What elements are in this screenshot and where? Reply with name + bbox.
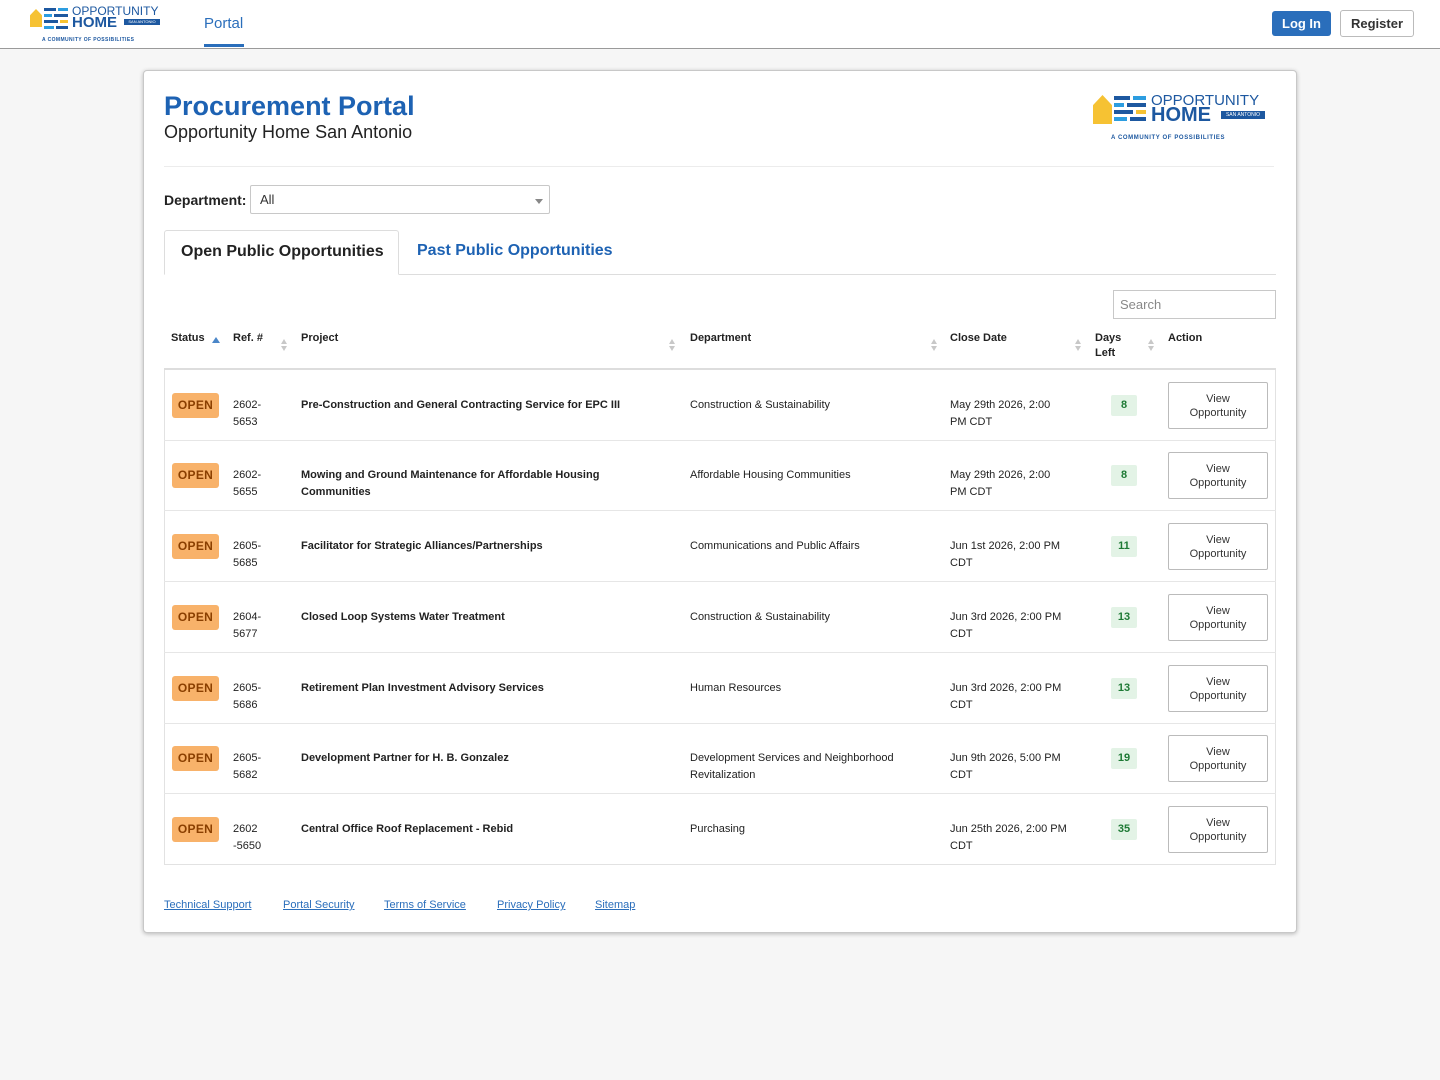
status-badge: OPEN <box>172 746 219 771</box>
view-opportunity-button[interactable]: View Opportunity <box>1168 806 1268 853</box>
site-logo[interactable]: OPPORTUNITY HOME SAN ANTONIO A COMMUNITY… <box>28 4 168 44</box>
project-name: Development Partner for H. B. Gonzalez <box>301 752 509 764</box>
logo-house-icon <box>1093 95 1112 124</box>
project-name: Facilitator for Strategic Alliances/Part… <box>301 540 543 552</box>
view-opportunity-button[interactable]: View Opportunity <box>1168 665 1268 712</box>
column-header-ref[interactable]: Ref. # <box>233 331 263 346</box>
view-opportunity-button[interactable]: View Opportunity <box>1168 523 1268 570</box>
close-date: Jun 3rd 2026, 2:00 PM CDT <box>950 611 1062 640</box>
column-header-close-date[interactable]: Close Date <box>950 331 1007 346</box>
page-subtitle: Opportunity Home San Antonio <box>164 122 413 142</box>
department-name: Construction & Sustainability <box>690 399 831 411</box>
sort-icon <box>669 339 676 352</box>
column-header-status[interactable]: Status <box>171 331 205 346</box>
status-badge: OPEN <box>172 393 219 418</box>
table-row: OPEN 2602 -5650 Central Office Roof Replace… <box>164 794 1276 865</box>
title-divider <box>164 166 1274 167</box>
close-date: Jun 1st 2026, 2:00 PM CDT <box>950 540 1061 569</box>
project-name: Retirement Plan Investment Advisory Serv… <box>301 682 544 694</box>
table-row: OPEN 2604- 5677 Closed Loop Systems Water T… <box>164 582 1276 653</box>
close-date: May 29th 2026, 2:00 PM CDT <box>950 399 1051 428</box>
footer-link-terms-of-service[interactable]: Terms of Service <box>384 899 466 911</box>
status-badge: OPEN <box>172 463 219 488</box>
project-name: Closed Loop Systems Water Treatment <box>301 611 505 623</box>
sort-ascending-icon <box>212 337 220 343</box>
chevron-down-icon <box>535 199 543 204</box>
column-header-action: Action <box>1168 332 1203 344</box>
logo-house-icon <box>30 9 42 27</box>
sort-icon <box>1075 339 1082 352</box>
status-badge: OPEN <box>172 817 219 842</box>
footer-link-technical-support[interactable]: Technical Support <box>164 899 251 911</box>
days-left-badge: 35 <box>1111 819 1137 840</box>
ref-number: 2602- 5655 <box>233 469 262 498</box>
department-name: Human Resources <box>690 682 782 694</box>
table-row: OPEN 2602- 5655 Mowing and Ground Maintenan… <box>164 441 1276 511</box>
ref-number: 2604- 5677 <box>233 611 262 640</box>
footer-link-sitemap[interactable]: Sitemap <box>595 899 635 911</box>
days-left-badge: 8 <box>1111 395 1137 416</box>
footer-link-portal-security[interactable]: Portal Security <box>283 899 355 911</box>
register-button[interactable]: Register <box>1340 10 1414 37</box>
card-logo: OPPORTUNITY HOME SAN ANTONIO A COMMUNITY… <box>1093 92 1273 144</box>
status-badge: OPEN <box>172 676 219 701</box>
top-navbar: OPPORTUNITY HOME SAN ANTONIO A COMMUNITY… <box>0 0 1440 49</box>
department-name: Purchasing <box>690 823 746 835</box>
sort-icon <box>931 339 938 352</box>
column-header-days-left[interactable]: Days Left <box>1095 331 1121 361</box>
close-date: Jun 9th 2026, 5:00 PM CDT <box>950 752 1061 781</box>
days-left-badge: 11 <box>1111 536 1137 557</box>
login-button[interactable]: Log In <box>1272 11 1331 36</box>
view-opportunity-button[interactable]: View Opportunity <box>1168 735 1268 782</box>
table-row: OPEN 2602- 5653 Pre-Construction and Genera… <box>164 370 1276 441</box>
close-date: Jun 25th 2026, 2:00 PM CDT <box>950 823 1067 852</box>
status-badge: OPEN <box>172 605 219 630</box>
days-left-badge: 13 <box>1111 678 1137 699</box>
table-row: OPEN 2605- 5682 Development Partner for H. … <box>164 724 1276 794</box>
search-input[interactable] <box>1113 290 1276 319</box>
ref-number: 2602- 5653 <box>233 399 262 428</box>
project-name: Central Office Roof Replacement - Rebid <box>301 823 514 835</box>
sort-icon <box>281 339 288 352</box>
project-name: Mowing and Ground Maintenance for Afford… <box>301 469 600 498</box>
department-select-value: All <box>260 192 275 207</box>
view-opportunity-button[interactable]: View Opportunity <box>1168 594 1268 641</box>
status-badge: OPEN <box>172 534 219 559</box>
days-left-badge: 13 <box>1111 607 1137 628</box>
table-row: OPEN 2605- 5686 Retirement Plan Investment … <box>164 653 1276 724</box>
close-date: Jun 3rd 2026, 2:00 PM CDT <box>950 682 1062 711</box>
days-left-badge: 8 <box>1111 465 1137 486</box>
sort-icon <box>1148 339 1155 352</box>
close-date: May 29th 2026, 2:00 PM CDT <box>950 469 1051 498</box>
department-label: Department: <box>164 192 247 208</box>
tab-open-opportunities[interactable]: Open Public Opportunities <box>164 230 399 275</box>
ref-number: 2602 -5650 <box>233 823 262 852</box>
footer-link-privacy-policy[interactable]: Privacy Policy <box>497 899 565 911</box>
ref-number: 2605- 5682 <box>233 752 262 781</box>
view-opportunity-button[interactable]: View Opportunity <box>1168 382 1268 429</box>
department-select[interactable]: All <box>250 185 550 214</box>
days-left-badge: 19 <box>1111 748 1137 769</box>
page-title: Procurement Portal <box>164 91 415 121</box>
table-row: OPEN 2605- 5685 Facilitator for Strategic A… <box>164 511 1276 582</box>
view-opportunity-button[interactable]: View Opportunity <box>1168 452 1268 499</box>
department-name: Affordable Housing Communities <box>690 469 851 481</box>
tab-past-opportunities[interactable]: Past Public Opportunities <box>417 230 613 275</box>
column-header-project[interactable]: Project <box>301 331 338 346</box>
ref-number: 2605- 5686 <box>233 682 262 711</box>
ref-number: 2605- 5685 <box>233 540 262 569</box>
department-name: Construction & Sustainability <box>690 611 831 623</box>
department-name: Communications and Public Affairs <box>690 540 860 552</box>
department-name: Development Services and Neighborhood Rev… <box>690 752 894 781</box>
nav-active-indicator <box>204 44 244 47</box>
column-header-department[interactable]: Department <box>690 331 751 346</box>
project-name: Pre-Construction and General Contracting… <box>301 399 621 411</box>
nav-portal-link[interactable]: Portal <box>204 15 243 32</box>
